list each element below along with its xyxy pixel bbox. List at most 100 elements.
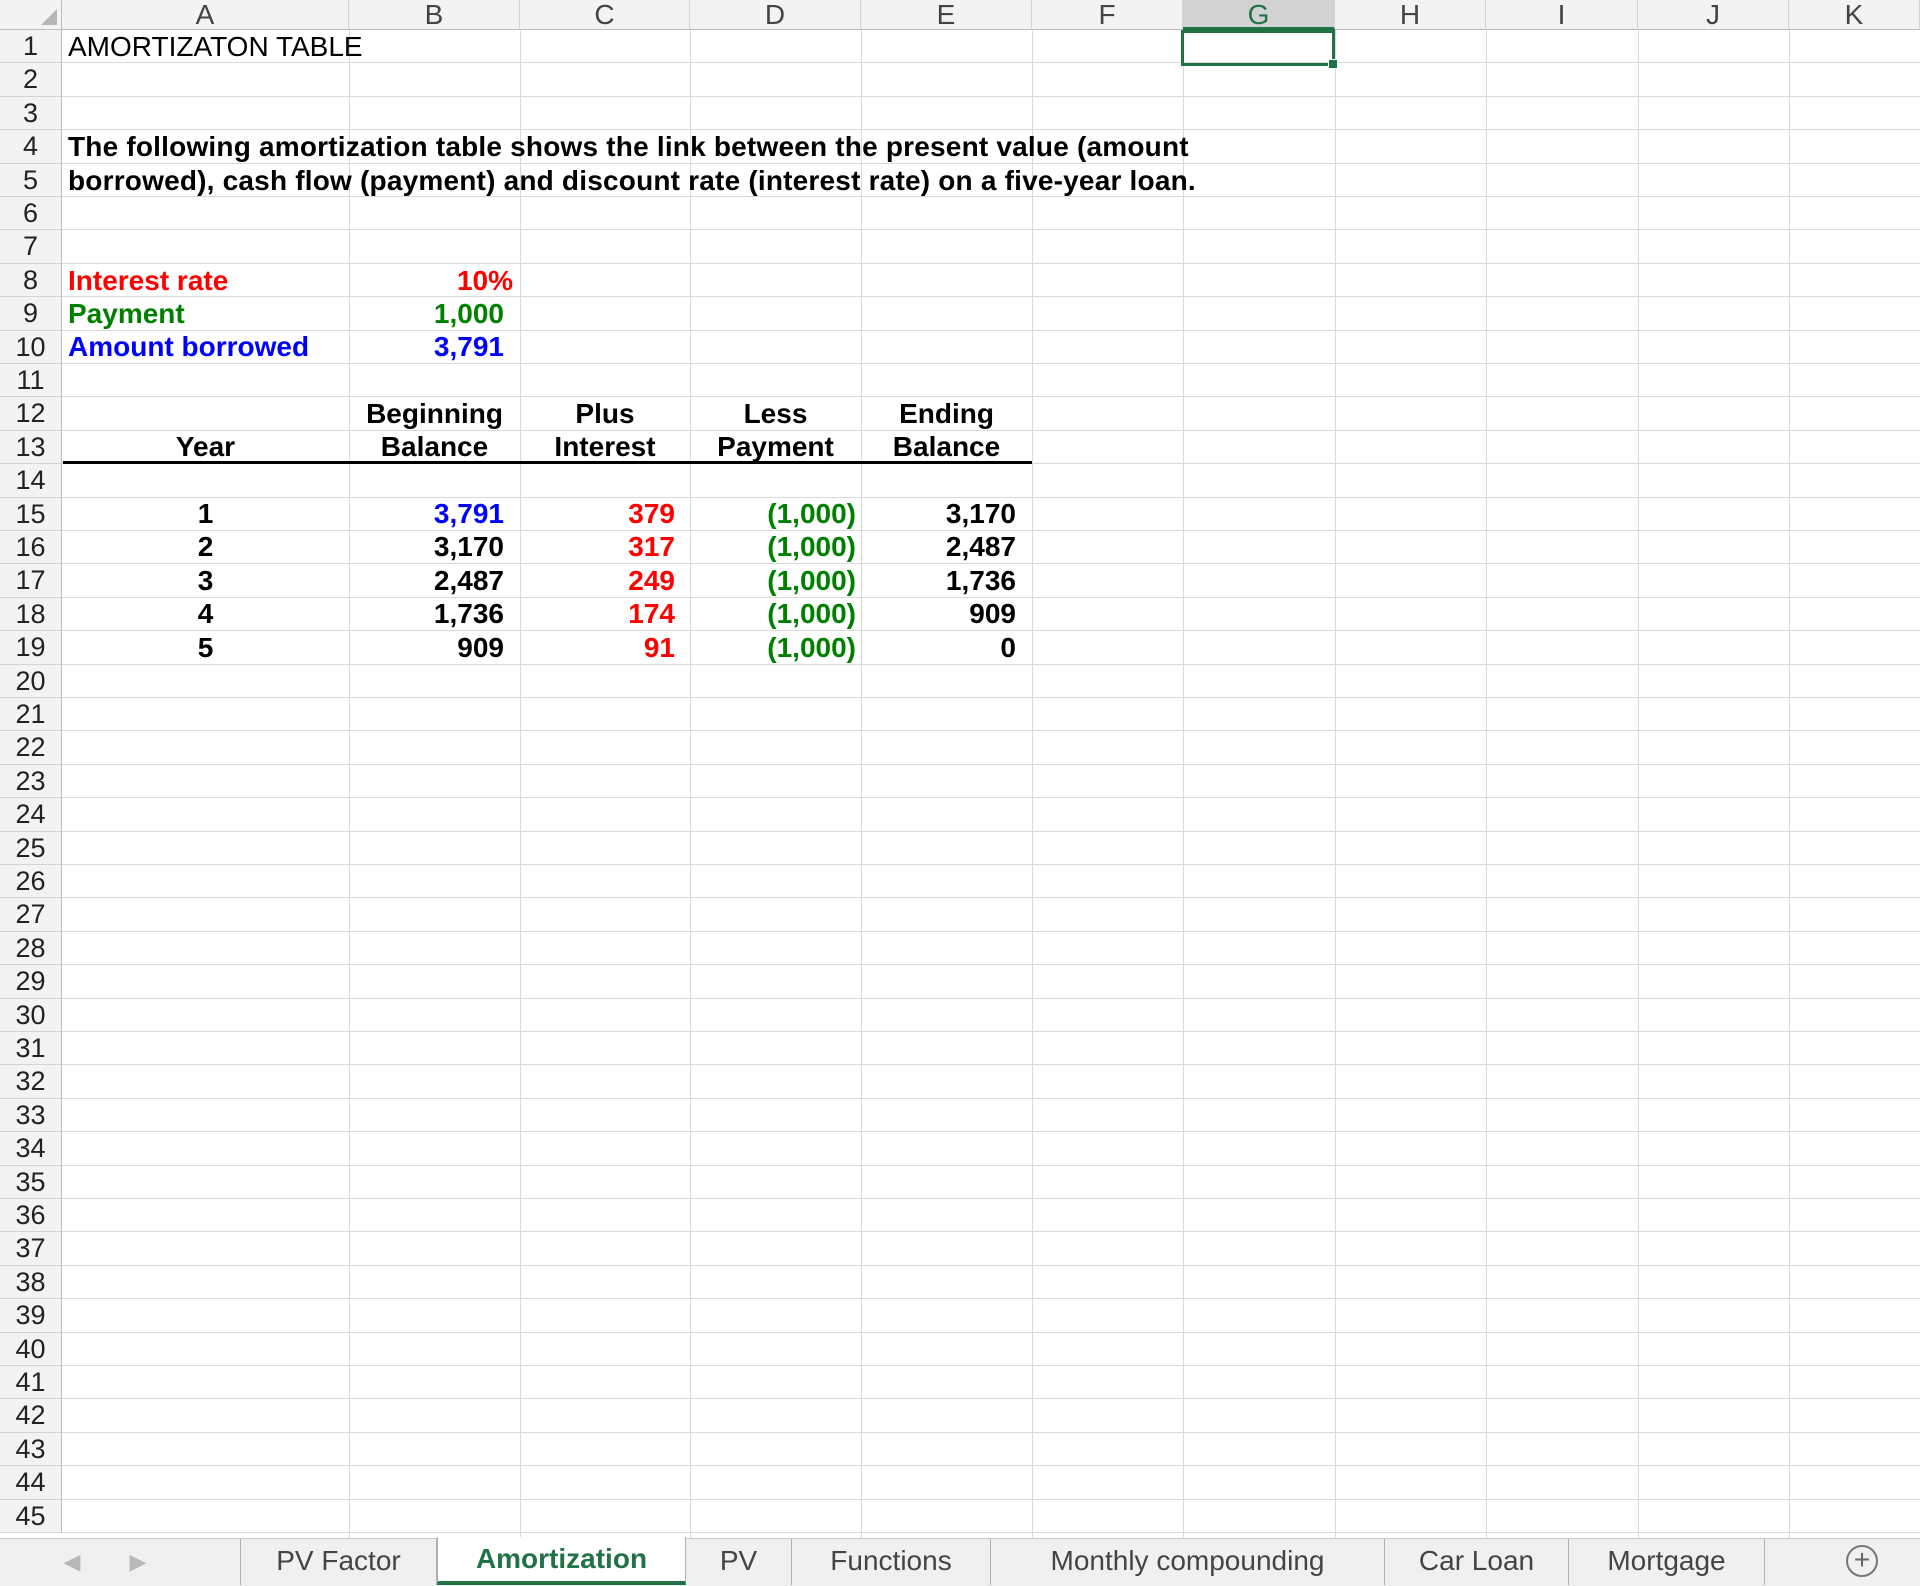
row-header-25[interactable]: 25 [0,831,62,865]
ending-balance-cell[interactable]: 1,736 [861,564,1016,597]
tab-monthly-compounding[interactable]: Monthly compounding [991,1539,1385,1585]
amount-borrowed-value[interactable]: 3,791 [349,330,504,363]
year-cell[interactable]: 4 [62,597,349,630]
beginning-balance-cell[interactable]: 909 [349,631,504,664]
ending-balance-cell[interactable]: 2,487 [861,530,1016,563]
row-header-21[interactable]: 21 [0,698,62,732]
row-header-20[interactable]: 20 [0,664,62,698]
year-cell[interactable]: 1 [62,497,349,530]
amount-borrowed-label[interactable]: Amount borrowed [68,330,309,363]
interest-cell[interactable]: 317 [520,530,675,563]
row-header-26[interactable]: 26 [0,865,62,899]
header-year[interactable]: Year [62,430,349,463]
ending-balance-cell[interactable]: 0 [861,631,1016,664]
column-header-k[interactable]: K [1789,0,1920,30]
row-header-6[interactable]: 6 [0,197,62,231]
header-payment-top[interactable]: Less [690,397,861,430]
row-header-9[interactable]: 9 [0,297,62,331]
add-sheet-icon[interactable]: + [1846,1545,1878,1577]
header-ending-bottom[interactable]: Balance [861,430,1032,463]
header-interest-bottom[interactable]: Interest [520,430,690,463]
nav-next-icon[interactable]: ▶ [126,1549,150,1575]
row-header-29[interactable]: 29 [0,965,62,999]
spreadsheet-grid[interactable]: A B C D E F G H I J K 1 2 3 4 5 6 7 8 9 10 11 12 13 1… [0,0,1920,1538]
column-header-e[interactable]: E [861,0,1032,30]
row-header-45[interactable]: 45 [0,1499,62,1533]
interest-cell[interactable]: 91 [520,631,675,664]
row-header-15[interactable]: 15 [0,497,62,531]
sheet-title[interactable]: AMORTIZATON TABLE [68,30,363,63]
row-header-24[interactable]: 24 [0,798,62,832]
tab-functions[interactable]: Functions [792,1539,991,1585]
payment-cell[interactable]: (1,000) [690,631,856,664]
description-line-2[interactable]: borrowed), cash flow (payment) and disco… [68,164,1196,197]
payment-label[interactable]: Payment [68,297,185,330]
row-header-1[interactable]: 1 [0,30,62,64]
header-ending-top[interactable]: Ending [861,397,1032,430]
row-header-41[interactable]: 41 [0,1366,62,1400]
nav-prev-icon[interactable]: ◀ [60,1549,84,1575]
column-header-j[interactable]: J [1638,0,1789,30]
column-header-d[interactable]: D [690,0,861,30]
tab-pv[interactable]: PV [686,1539,792,1585]
payment-cell[interactable]: (1,000) [690,597,856,630]
beginning-balance-cell[interactable]: 3,170 [349,530,504,563]
beginning-balance-cell[interactable]: 3,791 [349,497,504,530]
row-header-4[interactable]: 4 [0,130,62,164]
row-header-30[interactable]: 30 [0,998,62,1032]
column-header-a[interactable]: A [62,0,349,30]
row-header-22[interactable]: 22 [0,731,62,765]
column-header-h[interactable]: H [1335,0,1486,30]
ending-balance-cell[interactable]: 3,170 [861,497,1016,530]
year-cell[interactable]: 3 [62,564,349,597]
header-beginning-bottom[interactable]: Balance [349,430,520,463]
row-header-32[interactable]: 32 [0,1065,62,1099]
header-beginning-top[interactable]: Beginning [349,397,520,430]
payment-value[interactable]: 1,000 [349,297,504,330]
row-header-23[interactable]: 23 [0,764,62,799]
column-header-f[interactable]: F [1032,0,1183,30]
row-header-19[interactable]: 19 [0,631,62,665]
row-header-13[interactable]: 13 [0,430,62,465]
row-header-31[interactable]: 31 [0,1032,62,1066]
column-header-b[interactable]: B [349,0,520,30]
payment-cell[interactable]: (1,000) [690,564,856,597]
column-header-g[interactable]: G [1183,0,1335,30]
row-header-38[interactable]: 38 [0,1265,62,1300]
row-header-7[interactable]: 7 [0,230,62,264]
row-header-10[interactable]: 10 [0,330,62,364]
row-header-36[interactable]: 36 [0,1199,62,1233]
row-header-42[interactable]: 42 [0,1399,62,1433]
description-line-1[interactable]: The following amortization table shows t… [68,130,1189,163]
column-header-i[interactable]: I [1486,0,1638,30]
row-header-16[interactable]: 16 [0,531,62,565]
row-header-40[interactable]: 40 [0,1332,62,1366]
row-header-5[interactable]: 5 [0,163,62,197]
interest-rate-label[interactable]: Interest rate [68,264,228,297]
row-header-14[interactable]: 14 [0,464,62,498]
row-header-35[interactable]: 35 [0,1165,62,1199]
year-cell[interactable]: 2 [62,530,349,563]
year-cell[interactable]: 5 [62,631,349,664]
row-header-43[interactable]: 43 [0,1432,62,1467]
row-header-3[interactable]: 3 [0,96,62,131]
beginning-balance-cell[interactable]: 1,736 [349,597,504,630]
row-header-44[interactable]: 44 [0,1466,62,1500]
select-all-corner[interactable] [0,0,62,30]
payment-cell[interactable]: (1,000) [690,530,856,563]
row-header-39[interactable]: 39 [0,1299,62,1333]
interest-cell[interactable]: 249 [520,564,675,597]
row-header-33[interactable]: 33 [0,1098,62,1133]
tab-mortgage[interactable]: Mortgage [1569,1539,1765,1585]
row-header-2[interactable]: 2 [0,63,62,97]
row-header-34[interactable]: 34 [0,1132,62,1166]
row-header-11[interactable]: 11 [0,364,62,398]
interest-cell[interactable]: 379 [520,497,675,530]
header-payment-bottom[interactable]: Payment [690,430,861,463]
tab-car-loan[interactable]: Car Loan [1385,1539,1569,1585]
tab-amortization[interactable]: Amortization [437,1537,686,1585]
row-header-37[interactable]: 37 [0,1232,62,1266]
payment-cell[interactable]: (1,000) [690,497,856,530]
beginning-balance-cell[interactable]: 2,487 [349,564,504,597]
row-header-12[interactable]: 12 [0,397,62,431]
